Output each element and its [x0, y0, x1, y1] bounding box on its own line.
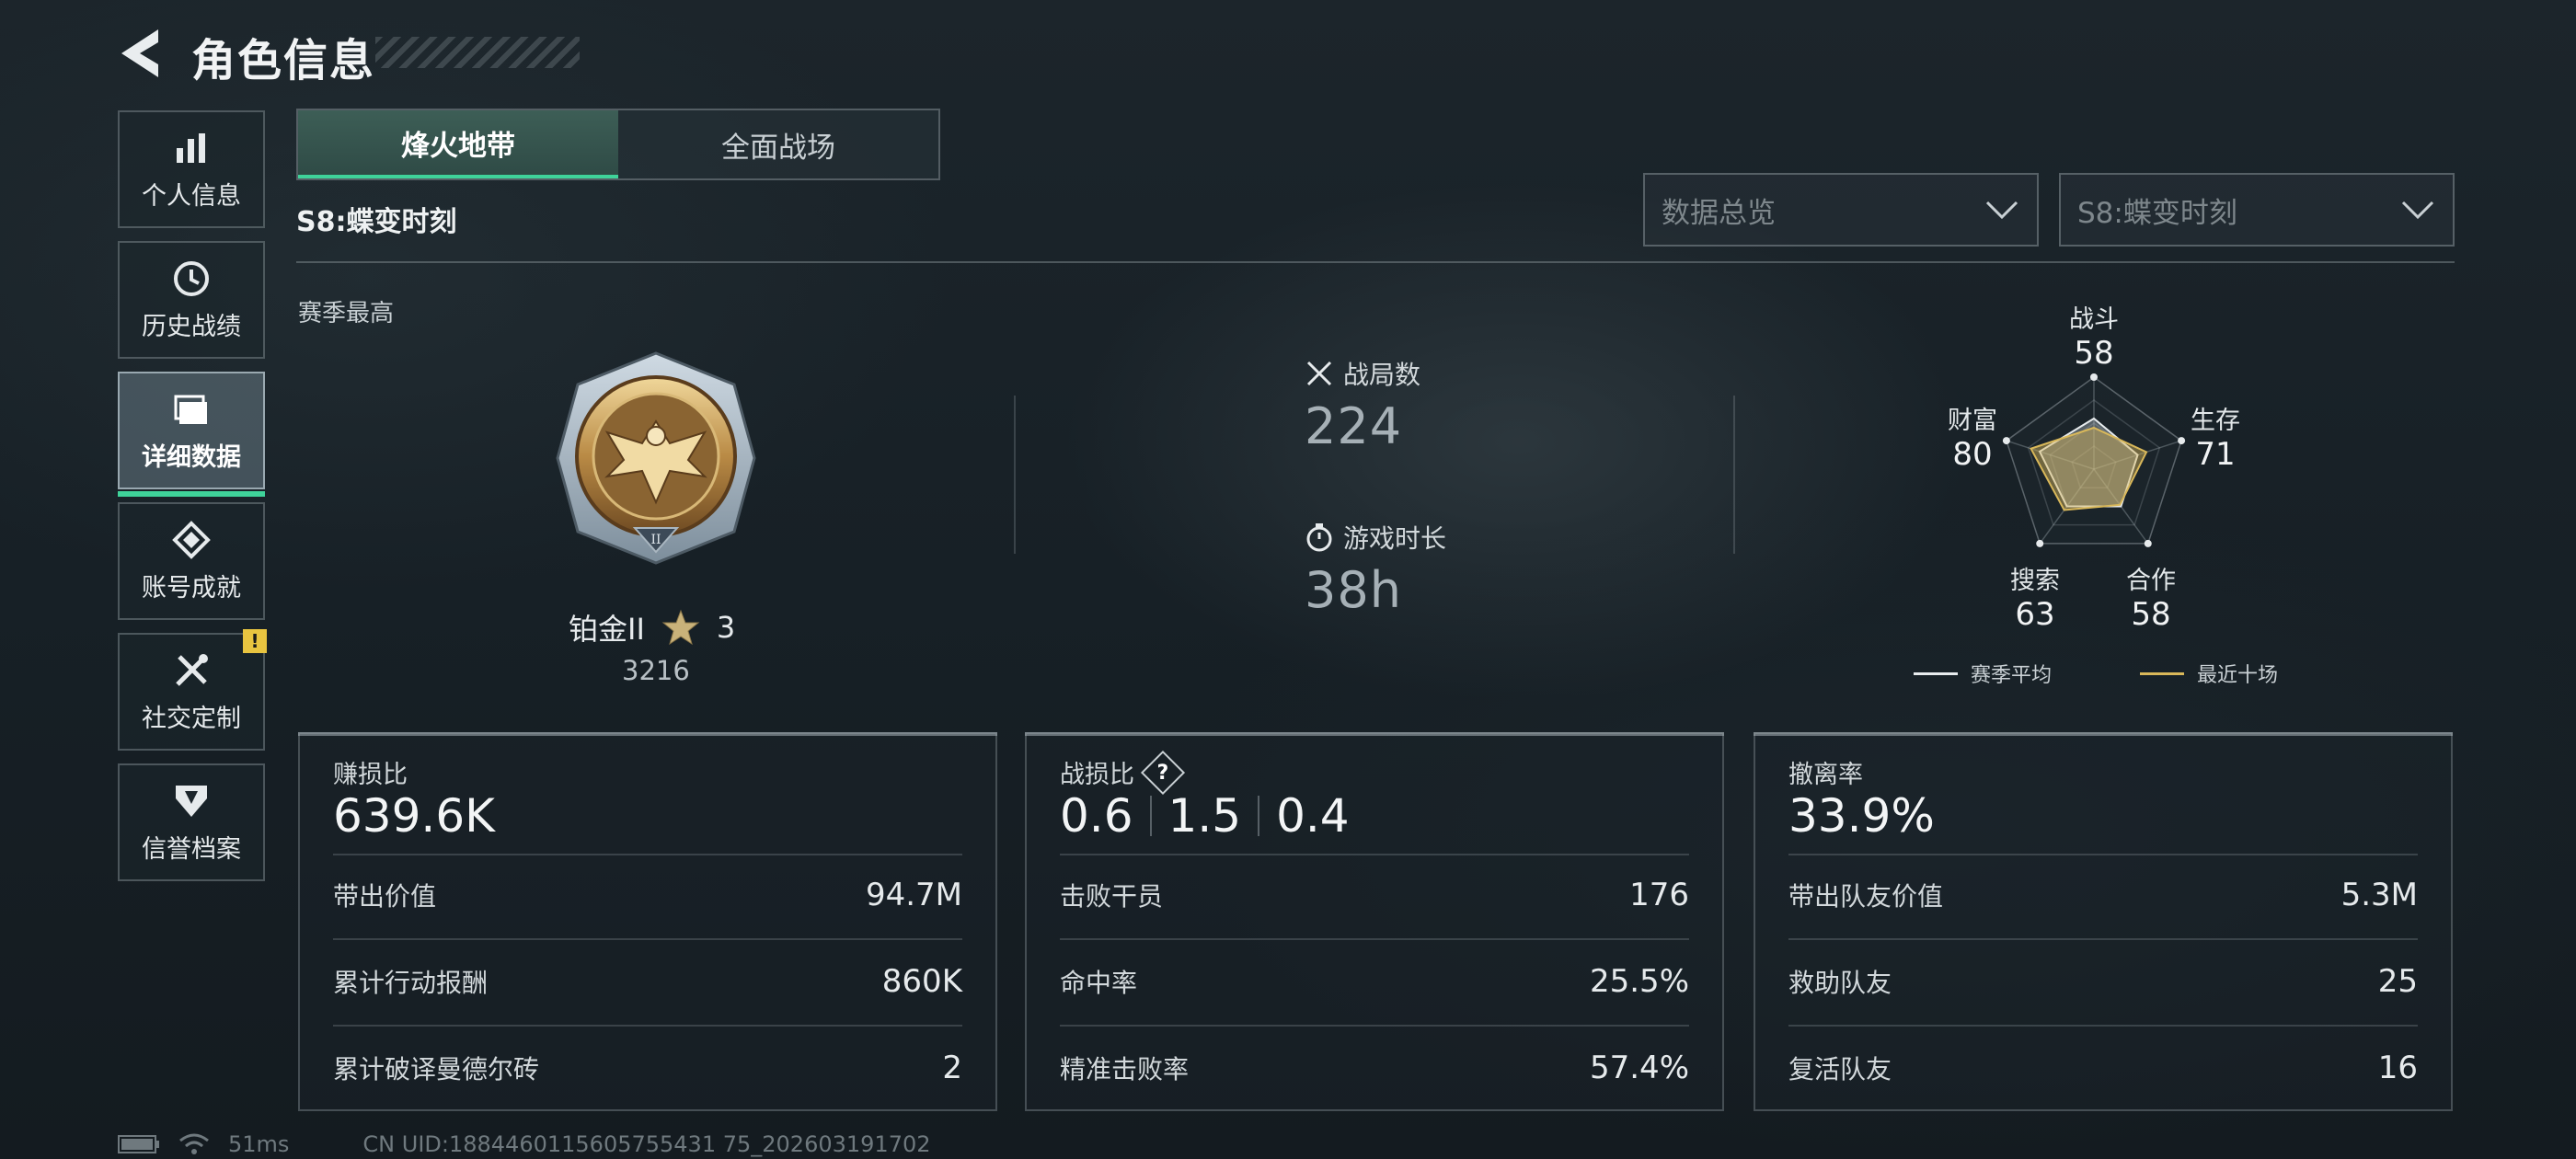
history-icon — [171, 258, 212, 299]
stopwatch-icon — [1306, 523, 1332, 552]
rank-score: 3216 — [622, 655, 690, 686]
wifi-icon — [179, 1133, 209, 1154]
extraction-rate-card: 撤离率 33.9% 带出队友价值 5.3M 救助队友 25 复活队友 16 — [1754, 732, 2453, 1111]
card-title: 赚损比 — [333, 761, 408, 789]
star-icon — [661, 609, 700, 646]
sidebar-item-personal-info[interactable]: 个人信息 — [118, 110, 265, 228]
battles-value: 224 — [1305, 397, 1403, 455]
sidebar-item-reputation[interactable]: 信誉档案 — [118, 763, 265, 881]
sidebar-item-label: 信誉档案 — [142, 834, 241, 864]
back-button[interactable] — [118, 26, 166, 81]
radar-label-search: 搜索 63 — [2010, 567, 2060, 634]
mode-tabs: 烽火地带 全面战场 — [296, 109, 940, 180]
stat-row: 精准击败率 57.4% — [1060, 1050, 1689, 1086]
status-bar: 51ms CN UID:1884460115605755431 75_20260… — [118, 1131, 931, 1157]
card-title: 战损比 ? — [1060, 750, 1186, 795]
battles-stat: 战局数 224 — [1305, 355, 1420, 455]
radar-axis-dot — [2090, 373, 2098, 381]
user-uid: CN UID:1884460115605755431 75_2026031917… — [362, 1131, 931, 1157]
dropdown-value: 数据总览 — [1662, 196, 1776, 230]
crossed-swords-icon — [1306, 361, 1332, 386]
back-arrow-icon — [121, 29, 158, 77]
sidebar-item-label: 账号成就 — [142, 573, 241, 602]
chevron-down-icon — [1985, 201, 2018, 220]
page-title: 角色信息 — [191, 35, 376, 86]
card-main-value: 33.9% — [1788, 789, 1935, 843]
dropdown-value: S8:蝶变时刻 — [2077, 196, 2237, 230]
rank-emblem-icon: II — [556, 351, 756, 565]
season-dropdown[interactable]: S8:蝶变时刻 — [2059, 173, 2455, 247]
season-title: S8:蝶变时刻 — [296, 206, 457, 238]
playtime-stat: 游戏时长 38h — [1305, 519, 1446, 619]
card-main-value: 639.6K — [333, 789, 495, 843]
battery-icon — [118, 1135, 159, 1153]
sidebar-item-detailed-data[interactable]: 详细数据 — [118, 372, 265, 497]
rank-row: 铂金II 3 — [569, 607, 735, 648]
folder-icon — [171, 389, 212, 430]
sidebar-item-social-custom[interactable]: 社交定制 ! — [118, 629, 267, 751]
playtime-label: 游戏时长 — [1343, 523, 1447, 554]
radar-label-combat: 战斗 58 — [2069, 305, 2119, 373]
radar-axis-dot — [2036, 539, 2044, 547]
shield-badge-icon — [171, 781, 212, 821]
achievement-icon — [171, 520, 212, 560]
stat-row: 累计行动报酬 860K — [333, 963, 962, 1000]
divider — [1733, 396, 1735, 554]
season-best-label: 赛季最高 — [298, 300, 395, 327]
card-main-value: 0.6 1.5 0.4 — [1060, 789, 1350, 843]
radar-label-cooperation: 合作 58 — [2126, 567, 2176, 634]
profit-ratio-card: 赚损比 639.6K 带出价值 94.7M 累计行动报酬 860K 累计破译曼德尔砖… — [298, 732, 997, 1111]
sidebar-item-label: 历史战绩 — [142, 312, 241, 341]
svg-text:II: II — [650, 533, 661, 547]
radar-axis-dot — [2144, 539, 2152, 547]
stat-row: 击败干员 176 — [1060, 877, 1689, 913]
stat-row: 救助队友 25 — [1788, 963, 2418, 1000]
playtime-value: 38h — [1305, 561, 1402, 619]
stat-row: 带出价值 94.7M — [333, 877, 962, 913]
rank-name: 铂金II — [569, 612, 645, 647]
battles-label: 战局数 — [1343, 360, 1421, 390]
data-type-dropdown[interactable]: 数据总览 — [1643, 173, 2039, 247]
sidebar-item-label: 个人信息 — [142, 181, 241, 211]
tab-hazard-zone[interactable]: 烽火地带 — [298, 110, 618, 178]
title-decoration — [375, 37, 580, 68]
notification-badge: ! — [243, 629, 267, 653]
stat-row: 累计破译曼德尔砖 2 — [333, 1050, 962, 1086]
legend-recent-ten: 最近十场 — [2140, 659, 2278, 688]
sidebar-item-label: 社交定制 — [142, 704, 241, 733]
bar-chart-icon — [171, 128, 212, 168]
kd-ratio-card: 战损比 ? 0.6 1.5 0.4 击败干员 176 命中率 25.5% 精准击败率… — [1025, 732, 1724, 1111]
sidebar-item-achievements[interactable]: 账号成就 — [118, 502, 265, 620]
chevron-down-icon — [2401, 201, 2434, 220]
radar-label-wealth: 财富 80 — [1948, 407, 1997, 474]
stat-row: 带出队友价值 5.3M — [1788, 877, 2418, 913]
legend-season-average: 赛季平均 — [1914, 659, 2052, 688]
sidebar-item-history[interactable]: 历史战绩 — [118, 241, 265, 359]
sidebar-item-label: 详细数据 — [142, 442, 241, 472]
divider — [296, 261, 2455, 263]
stat-row: 复活队友 16 — [1788, 1050, 2418, 1086]
stat-row: 命中率 25.5% — [1060, 963, 1689, 1000]
ping-value: 51ms — [228, 1131, 290, 1157]
help-icon[interactable]: ? — [1140, 750, 1186, 795]
rank-star-count: 3 — [716, 610, 736, 645]
tab-full-battlefield[interactable]: 全面战场 — [618, 110, 938, 178]
radar-legend: 赛季平均 最近十场 — [1914, 659, 2278, 688]
card-title: 撤离率 — [1788, 761, 1863, 789]
divider — [1014, 396, 1016, 554]
radar-label-survival: 生存 71 — [2191, 407, 2240, 474]
tools-icon — [171, 650, 212, 691]
